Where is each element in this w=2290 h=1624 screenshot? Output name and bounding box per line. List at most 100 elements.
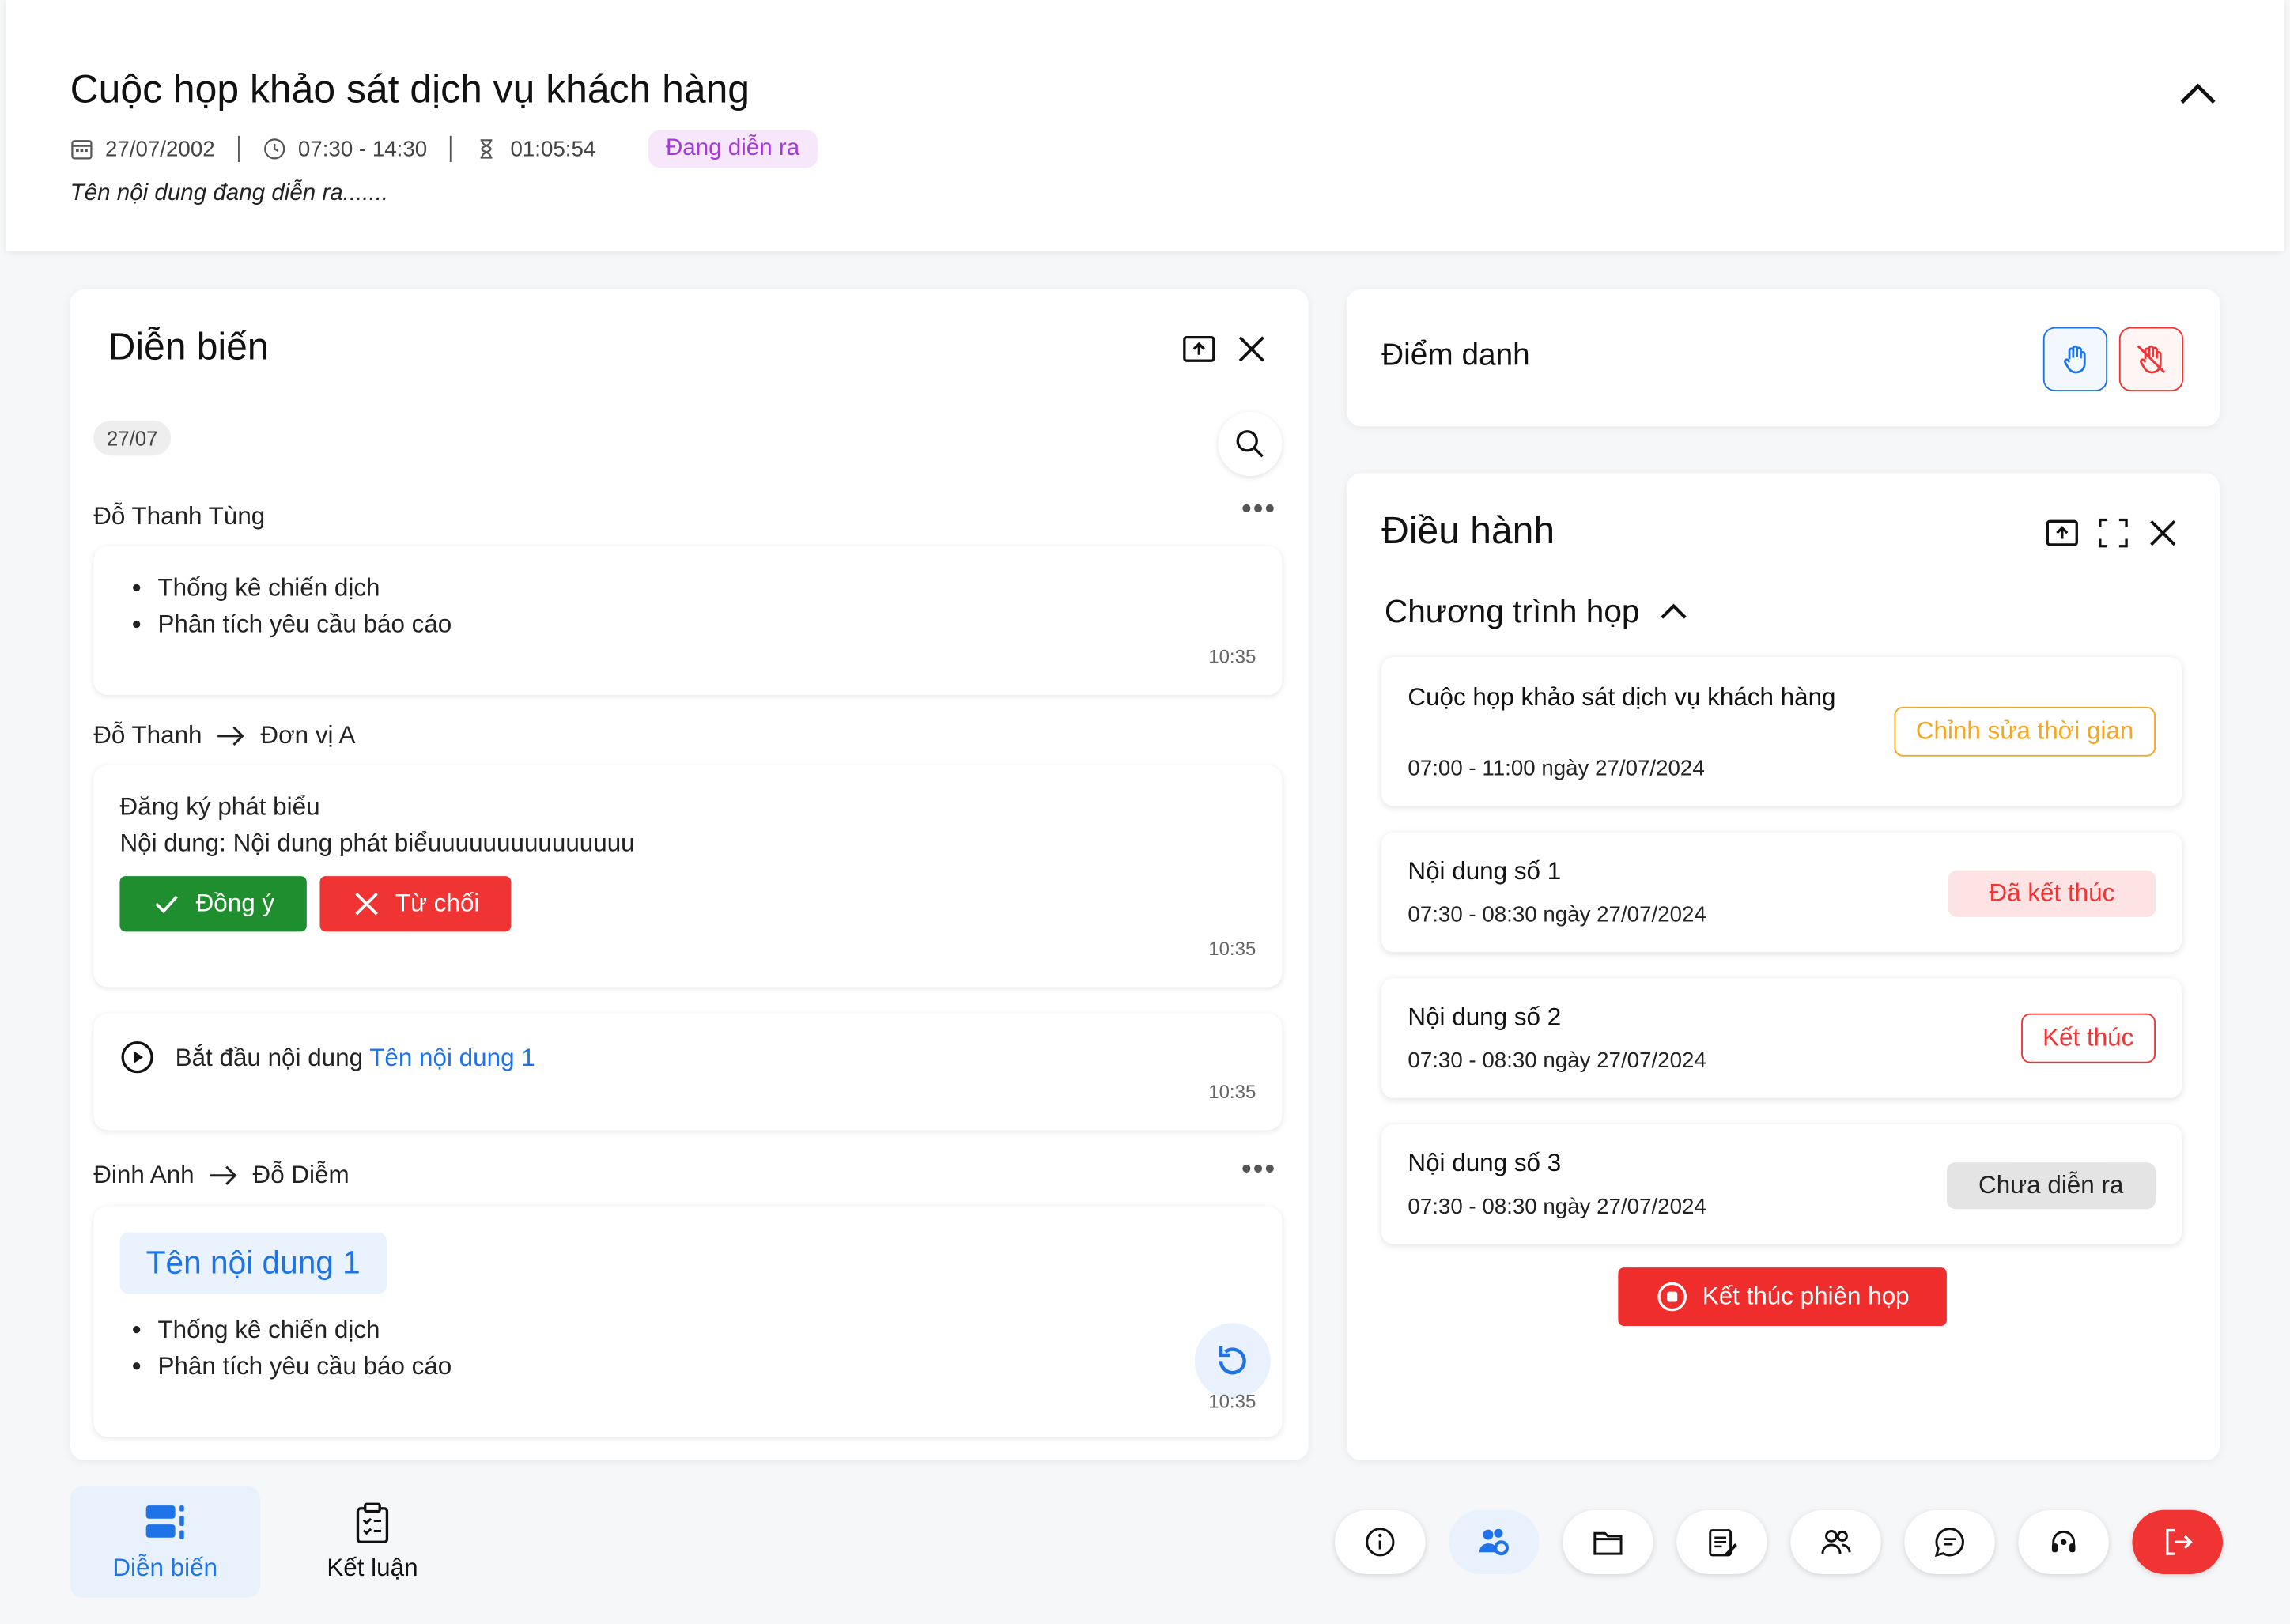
close-icon xyxy=(2150,520,2176,546)
accept-button[interactable]: Đồng ý xyxy=(119,876,307,932)
meeting-time-range: 07:30 - 14:30 xyxy=(297,136,428,162)
message-card: Đăng ký phát biểu Nội dung: Nội dung phá… xyxy=(93,765,1283,988)
message-time: 10:35 xyxy=(1208,937,1256,960)
timeline-icon xyxy=(145,1505,184,1539)
control-title: Điều hành xyxy=(1381,508,1555,553)
export-button[interactable] xyxy=(2043,514,2081,552)
message-card: Thống kê chiến dịch Phân tích yêu cầu bá… xyxy=(93,546,1283,696)
hand-off-icon xyxy=(2137,345,2166,374)
info-button[interactable] xyxy=(1335,1509,1426,1574)
end-content-button[interactable]: Kết thúc xyxy=(2020,1013,2156,1063)
content-link[interactable]: Tên nội dung 1 xyxy=(369,1044,535,1072)
agenda-time: 07:30 - 08:30 ngày 27/07/2024 xyxy=(1408,902,1706,927)
upload-icon xyxy=(2046,519,2078,546)
stop-circle-icon xyxy=(1657,1282,1687,1312)
export-button[interactable] xyxy=(1180,330,1218,368)
users-settings-icon xyxy=(1479,1528,1510,1556)
play-circle-icon xyxy=(121,1041,153,1074)
agenda-item: Cuộc họp khảo sát dịch vụ khách hàng 07:… xyxy=(1381,657,2182,806)
message-sender: Đỗ Thanh Tùng xyxy=(93,502,266,531)
attendance-title: Điểm danh xyxy=(1381,338,1530,372)
participants-icon xyxy=(1821,1529,1851,1554)
close-icon xyxy=(1238,336,1264,362)
check-icon xyxy=(155,895,178,914)
tab-feed[interactable]: Diễn biến xyxy=(70,1486,260,1598)
chat-button[interactable] xyxy=(1904,1509,1995,1574)
agenda-name: Cuộc họp khảo sát dịch vụ khách hàng xyxy=(1408,683,1836,712)
search-icon xyxy=(1236,430,1264,458)
arrow-right-icon xyxy=(210,1165,237,1185)
clock-icon xyxy=(264,138,285,160)
message-sender: Đỗ Thanh Đơn vị A xyxy=(93,721,356,750)
info-icon xyxy=(1366,1528,1395,1557)
documents-button[interactable] xyxy=(1563,1509,1653,1574)
agenda-item: Nội dung số 1 07:30 - 08:30 ngày 27/07/2… xyxy=(1381,832,2182,953)
agenda-time: 07:30 - 08:30 ngày 27/07/2024 xyxy=(1408,1048,1706,1074)
more-options-icon[interactable]: ••• xyxy=(1241,493,1276,527)
message-time: 10:35 xyxy=(1208,1390,1256,1412)
calendar-icon xyxy=(71,140,93,160)
agenda-item: Nội dung số 2 07:30 - 08:30 ngày 27/07/2… xyxy=(1381,978,2182,1098)
attendance-panel: Điểm danh xyxy=(1346,289,2220,427)
agenda-name: Nội dung số 3 xyxy=(1408,1149,1562,1177)
bullet-item: Thống kê chiến dịch xyxy=(157,569,452,606)
exit-meeting-button[interactable] xyxy=(2132,1509,2223,1574)
expand-icon xyxy=(2099,518,2128,548)
agenda-time: 07:30 - 08:30 ngày 27/07/2024 xyxy=(1408,1194,1706,1220)
close-control-button[interactable] xyxy=(2144,514,2182,552)
fullscreen-button[interactable] xyxy=(2094,514,2132,552)
agenda-name: Nội dung số 1 xyxy=(1408,857,1562,886)
lower-hand-button[interactable] xyxy=(2118,327,2184,391)
chat-icon xyxy=(1934,1528,1964,1558)
hand-icon xyxy=(2064,345,2086,374)
request-content: Nội dung: Nội dung phát biểuuuuuuuuuuuuu… xyxy=(119,829,635,858)
message-time: 10:35 xyxy=(1208,1080,1256,1103)
refresh-icon xyxy=(1219,1346,1246,1375)
participants-settings-button[interactable] xyxy=(1449,1509,1540,1574)
divider xyxy=(238,135,240,163)
control-panel: Điều hành Chương trình họp Cuộc họp khảo… xyxy=(1346,473,2220,1460)
chevron-up-icon[interactable] xyxy=(2176,73,2220,111)
bullet-item: Thống kê chiến dịch xyxy=(157,1312,452,1348)
arrow-right-icon xyxy=(217,726,245,746)
agenda-name: Nội dung số 2 xyxy=(1408,1003,1562,1031)
search-button[interactable] xyxy=(1218,411,1283,477)
meeting-elapsed: 01:05:54 xyxy=(510,136,596,162)
close-icon xyxy=(354,892,378,916)
bullet-item: Phân tích yêu cầu báo cáo xyxy=(157,606,452,642)
content-chip[interactable]: Tên nội dung 1 xyxy=(119,1232,387,1294)
status-badge: Chưa diễn ra xyxy=(1946,1162,2156,1210)
exit-icon xyxy=(2166,1528,2193,1555)
meeting-meta: 27/07/2002 07:30 - 14:30 01:05:54 Đang d… xyxy=(70,130,818,168)
date-chip: 27/07 xyxy=(93,420,172,456)
agenda-toggle[interactable]: Chương trình họp xyxy=(1385,593,1689,631)
raise-hand-button[interactable] xyxy=(2042,327,2108,391)
message-sender: Đinh Anh Đỗ Diễm xyxy=(93,1161,350,1189)
hourglass-icon xyxy=(481,139,493,159)
tab-conclusion[interactable]: Kết luận xyxy=(278,1486,467,1597)
meeting-title: Cuộc họp khảo sát dịch vụ khách hàng xyxy=(70,66,750,111)
meeting-header: Cuộc họp khảo sát dịch vụ khách hàng 27/… xyxy=(6,0,2284,251)
feed-title: Diễn biến xyxy=(108,324,269,368)
refresh-button[interactable] xyxy=(1194,1323,1271,1399)
participants-button[interactable] xyxy=(1790,1509,1881,1574)
bullet-item: Phân tích yêu cầu báo cáo xyxy=(157,1348,452,1384)
status-badge: Đã kết thúc xyxy=(1948,870,2156,917)
notes-button[interactable] xyxy=(1676,1509,1767,1574)
more-options-icon[interactable]: ••• xyxy=(1241,1154,1276,1187)
request-line: Đăng ký phát biểu xyxy=(119,792,320,821)
event-prefix: Bắt đầu nội dung xyxy=(175,1044,364,1072)
message-time: 10:35 xyxy=(1208,645,1256,668)
support-button[interactable] xyxy=(2018,1509,2109,1574)
chevron-up-icon xyxy=(1660,603,1687,619)
message-card: Tên nội dung 1 Thống kê chiến dịch Phân … xyxy=(93,1206,1283,1437)
meeting-date: 27/07/2002 xyxy=(104,136,215,162)
end-session-button[interactable]: Kết thúc phiên họp xyxy=(1618,1267,1947,1326)
reject-button[interactable]: Từ chối xyxy=(319,876,512,932)
agenda-item: Nội dung số 3 07:30 - 08:30 ngày 27/07/2… xyxy=(1381,1124,2182,1244)
divider xyxy=(450,135,452,163)
close-feed-button[interactable] xyxy=(1233,330,1271,368)
edit-time-button[interactable]: Chỉnh sửa thời gian xyxy=(1894,706,2156,757)
feed-panel: Diễn biến 27/07 Đỗ Thanh Tùng ••• Thống … xyxy=(70,289,1309,1460)
clipboard-icon xyxy=(356,1502,389,1543)
